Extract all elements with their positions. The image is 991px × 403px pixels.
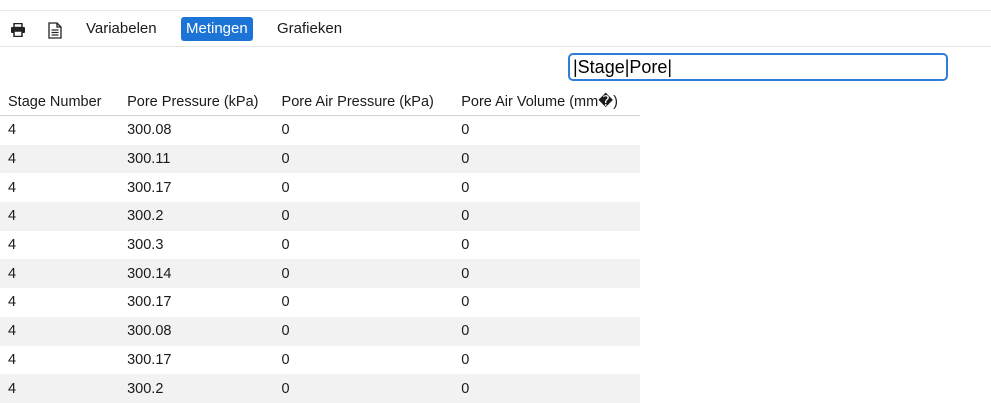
toolbar: Variabelen Metingen Grafieken: [0, 16, 991, 44]
table-cell: 0: [273, 259, 454, 289]
column-header-pore-air-pressure[interactable]: Pore Air Pressure (kPa): [273, 88, 454, 116]
column-filter-input[interactable]: [568, 53, 948, 81]
table-cell: 300.2: [119, 374, 274, 403]
table-cell: 4: [0, 144, 120, 174]
column-header-pore-air-volume[interactable]: Pore Air Volume (mm�): [453, 88, 640, 116]
column-header-stage-number[interactable]: Stage Number: [0, 88, 120, 116]
table-row[interactable]: 4 300.2 0 0: [0, 374, 640, 403]
tab-variabelen[interactable]: Variabelen: [81, 17, 162, 41]
table-cell: 4: [8, 179, 17, 196]
table-cell: 300.3: [127, 237, 164, 254]
measurements-table: Stage Number Pore Pressure (kPa) Pore Ai…: [0, 88, 640, 403]
column-header-pore-pressure[interactable]: Pore Pressure (kPa): [119, 88, 274, 116]
table-row[interactable]: 4 300.2 0 0: [0, 202, 640, 231]
table-cell: 0: [453, 374, 640, 403]
table-body: 4 300.08 0 0 4 300.11 0 0 4 300.17 0 0 4 300.2 0 0 4 300.…: [0, 116, 640, 403]
table-row[interactable]: 4 300.17 0 0: [0, 173, 640, 202]
table-cell: 0: [273, 374, 454, 403]
tab-grafieken[interactable]: Grafieken: [272, 17, 347, 41]
table-cell: 4: [8, 122, 17, 139]
table-row[interactable]: 4 300.08 0 0: [0, 316, 640, 346]
table-cell: 0: [273, 316, 454, 346]
table-cell: 0: [281, 179, 290, 196]
table-cell: 300.11: [119, 144, 274, 174]
table-cell: 300.17: [127, 179, 172, 196]
table-cell: 0: [453, 259, 640, 289]
table-cell: 0: [453, 144, 640, 174]
table-cell: 4: [8, 351, 17, 368]
table-cell: 300.14: [119, 259, 274, 289]
table-cell: 300.2: [119, 202, 274, 231]
table-cell: 4: [8, 237, 17, 254]
table-cell: 4: [0, 316, 120, 346]
table-cell: 300.17: [127, 351, 172, 368]
table-cell: 0: [273, 202, 454, 231]
table-cell: 0: [461, 351, 470, 368]
table-cell: 300.08: [119, 316, 274, 346]
table-cell: 300.08: [127, 122, 172, 139]
table-cell: 0: [281, 237, 290, 254]
table-row[interactable]: 4 300.17 0 0: [0, 288, 640, 317]
table-cell: 0: [461, 179, 470, 196]
printer-icon[interactable]: [9, 21, 27, 39]
table-cell: 0: [461, 237, 470, 254]
table-cell: 0: [281, 351, 290, 368]
table-row[interactable]: 4 300.14 0 0: [0, 259, 640, 289]
table-cell: 4: [0, 259, 120, 289]
table-row[interactable]: 4 300.17 0 0: [0, 346, 640, 375]
table-cell: 0: [461, 294, 470, 311]
toolbar-divider: [0, 46, 991, 47]
table-row[interactable]: 4 300.08 0 0: [0, 116, 640, 145]
table-cell: 300.17: [127, 294, 172, 311]
top-divider: [0, 10, 991, 11]
table-cell: 0: [453, 202, 640, 231]
table-row[interactable]: 4 300.3 0 0: [0, 231, 640, 260]
tab-metingen[interactable]: Metingen: [181, 17, 253, 41]
document-icon[interactable]: [46, 21, 64, 39]
table-cell: 0: [273, 144, 454, 174]
table-cell: 4: [0, 374, 120, 403]
table-cell: 0: [461, 122, 470, 139]
table-cell: 0: [453, 316, 640, 346]
table-cell: 4: [8, 294, 17, 311]
table-cell: 4: [0, 202, 120, 231]
table-header-row: Stage Number Pore Pressure (kPa) Pore Ai…: [0, 88, 640, 116]
table-cell: 0: [281, 122, 290, 139]
table-row[interactable]: 4 300.11 0 0: [0, 144, 640, 174]
table-cell: 0: [281, 294, 290, 311]
